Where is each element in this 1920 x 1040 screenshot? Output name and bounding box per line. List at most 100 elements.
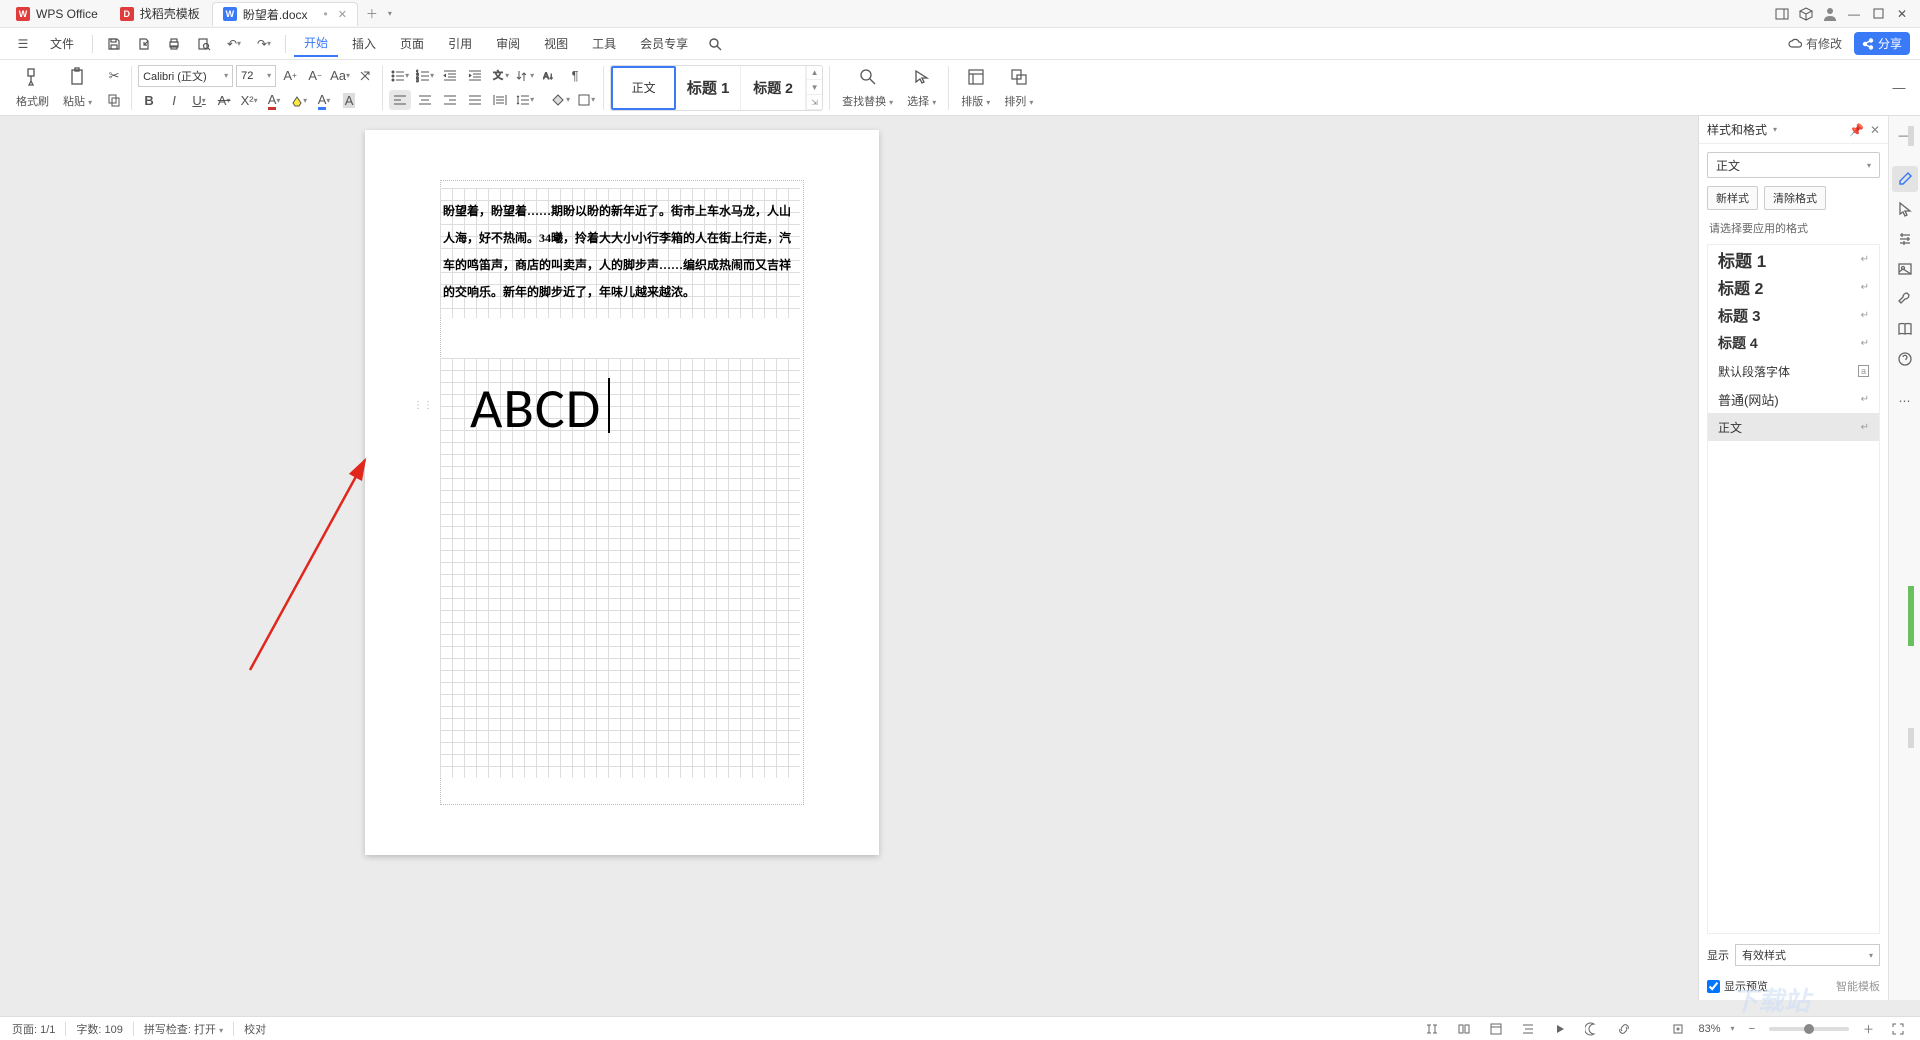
reading-view-icon[interactable]: [1421, 1022, 1443, 1036]
redo-icon[interactable]: ↷▾: [251, 31, 277, 57]
asian-layout-icon[interactable]: A↓: [539, 66, 561, 86]
page-indicator[interactable]: 页面: 1/1: [12, 1021, 55, 1037]
style-heading2[interactable]: 标题 2: [741, 66, 806, 110]
font-color-icon[interactable]: A▾: [263, 91, 285, 111]
change-case-icon[interactable]: Aa▾: [329, 66, 351, 86]
show-filter-select[interactable]: 有效样式▾: [1735, 944, 1880, 966]
word-count[interactable]: 字数: 109: [76, 1021, 122, 1037]
increase-font-icon[interactable]: A+: [279, 66, 301, 86]
zoom-out-icon[interactable]: −: [1745, 1023, 1759, 1035]
page[interactable]: 盼望着，盼望着……期盼以盼的新年近了。街市上车水马龙，人山人海，好不热闹。34曦…: [365, 130, 879, 855]
fullscreen-icon[interactable]: [1888, 1023, 1908, 1035]
border-icon[interactable]: ▾: [575, 90, 597, 110]
menu-view[interactable]: 视图: [534, 31, 578, 56]
style-list-item[interactable]: 默认段落字体a: [1708, 357, 1879, 385]
align-right-icon[interactable]: [439, 90, 461, 110]
minimize-button[interactable]: —: [1842, 2, 1866, 26]
new-style-button[interactable]: 新样式: [1707, 186, 1758, 210]
undo-icon[interactable]: ↶▾: [221, 31, 247, 57]
link-icon[interactable]: [1613, 1022, 1635, 1036]
style-up-icon[interactable]: ▲: [806, 65, 822, 80]
style-list-item[interactable]: 标题 3↵: [1708, 301, 1879, 329]
file-menu[interactable]: 文件: [40, 31, 84, 56]
increase-indent-icon[interactable]: [464, 66, 486, 86]
paste-button[interactable]: 粘贴 ▾: [57, 63, 98, 113]
close-icon[interactable]: ✕: [338, 8, 347, 21]
hamburger-icon[interactable]: ☰: [10, 31, 36, 57]
style-gallery[interactable]: 正文 标题 1 标题 2 ▲ ▼ ⇲: [610, 65, 823, 111]
style-list-item[interactable]: 标题 1↵: [1708, 245, 1879, 273]
share-button[interactable]: 分享: [1854, 32, 1910, 55]
bold-icon[interactable]: B: [138, 91, 160, 111]
cut-icon[interactable]: ✂: [103, 66, 125, 86]
drag-handle-icon[interactable]: ⋮⋮: [413, 400, 433, 411]
font-size-selector[interactable]: 72▾: [236, 65, 276, 87]
style-list-item[interactable]: 普通(网站)↵: [1708, 385, 1879, 413]
align-center-icon[interactable]: [414, 90, 436, 110]
align-justify-icon[interactable]: [464, 90, 486, 110]
collapse-ribbon-icon[interactable]: —: [1888, 78, 1910, 98]
paragraph-text[interactable]: 盼望着，盼望着……期盼以盼的新年近了。街市上车水马龙，人山人海，好不热闹。34曦…: [443, 198, 799, 306]
underline-icon[interactable]: U▾: [188, 91, 210, 111]
style-list-item[interactable]: 标题 4↵: [1708, 329, 1879, 357]
save-icon[interactable]: [101, 31, 127, 57]
char-shading-icon[interactable]: A: [338, 91, 360, 111]
sections-icon[interactable]: [1453, 1022, 1475, 1036]
outline-view-icon[interactable]: [1517, 1022, 1539, 1036]
shading-icon[interactable]: ▾: [550, 90, 572, 110]
style-body[interactable]: 正文: [611, 66, 676, 110]
close-panel-icon[interactable]: ✕: [1870, 123, 1880, 137]
style-list-item[interactable]: 正文↵: [1708, 413, 1879, 441]
menu-start[interactable]: 开始: [294, 30, 338, 57]
superscript-icon[interactable]: X²▾: [238, 91, 260, 111]
number-list-icon[interactable]: 123▾: [414, 66, 436, 86]
tab-document[interactable]: W 盼望着.docx • ✕: [212, 2, 358, 26]
night-mode-icon[interactable]: [1581, 1022, 1603, 1036]
search-icon[interactable]: [702, 31, 728, 57]
smart-template-link[interactable]: 智能模板: [1836, 978, 1880, 994]
has-changes-indicator[interactable]: 有修改: [1788, 35, 1842, 52]
strikethrough-icon[interactable]: A▾: [213, 91, 235, 111]
text-effect-icon[interactable]: A▾: [313, 91, 335, 111]
layout-button[interactable]: 排版 ▾: [955, 63, 996, 113]
select-button[interactable]: 选择 ▾: [901, 63, 942, 113]
user-icon[interactable]: [1818, 2, 1842, 26]
zoom-in-icon[interactable]: ＋: [1859, 1021, 1878, 1037]
style-heading1[interactable]: 标题 1: [676, 66, 741, 110]
line-spacing-icon[interactable]: ▾: [514, 90, 536, 110]
text-direction-icon[interactable]: 文▾: [489, 66, 511, 86]
tab-wps-office[interactable]: W WPS Office: [6, 2, 108, 26]
menu-review[interactable]: 审阅: [486, 31, 530, 56]
format-brush-button[interactable]: 格式刷: [10, 63, 55, 113]
layout-view-icon[interactable]: [1485, 1022, 1507, 1036]
arrange-button[interactable]: 排列 ▾: [998, 63, 1039, 113]
zoom-level[interactable]: 83%: [1699, 1023, 1721, 1035]
menu-tools[interactable]: 工具: [582, 31, 626, 56]
menu-member[interactable]: 会员专享: [630, 31, 698, 56]
tab-dropdown-icon[interactable]: ▾: [388, 9, 392, 18]
clear-format-icon[interactable]: [354, 66, 376, 86]
new-tab-button[interactable]: ＋: [360, 2, 384, 26]
menu-insert[interactable]: 插入: [342, 31, 386, 56]
maximize-button[interactable]: [1866, 2, 1890, 26]
menu-page[interactable]: 页面: [390, 31, 434, 56]
decrease-font-icon[interactable]: A−: [304, 66, 326, 86]
tab-templates[interactable]: D 找稻壳模板: [110, 2, 210, 26]
find-replace-button[interactable]: 查找替换 ▾: [836, 63, 899, 113]
sort-icon[interactable]: ▾: [514, 66, 536, 86]
large-text[interactable]: ABCD: [470, 375, 601, 443]
bullet-list-icon[interactable]: ▾: [389, 66, 411, 86]
italic-icon[interactable]: I: [163, 91, 185, 111]
copy-icon[interactable]: [103, 90, 125, 110]
clear-format-button[interactable]: 清除格式: [1764, 186, 1826, 210]
current-style-selector[interactable]: 正文 ▾: [1707, 152, 1880, 178]
font-selector[interactable]: Calibri (正文)▾: [138, 65, 233, 87]
zoom-slider[interactable]: [1769, 1027, 1849, 1031]
panel-dropdown-icon[interactable]: ▾: [1773, 125, 1777, 134]
export-icon[interactable]: [131, 31, 157, 57]
fit-page-icon[interactable]: [1667, 1022, 1689, 1036]
panel-icon[interactable]: [1770, 2, 1794, 26]
align-left-icon[interactable]: [389, 90, 411, 110]
style-list-item[interactable]: 标题 2↵: [1708, 273, 1879, 301]
zoom-dropdown-icon[interactable]: ▾: [1731, 1024, 1735, 1033]
